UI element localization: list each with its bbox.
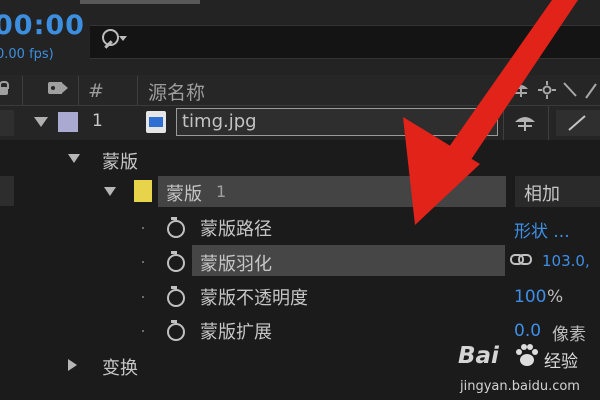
baidu-jingyan-watermark: Bai 经验 jingyan.baidu.com	[458, 335, 600, 400]
watermark-brand-cn: 经验	[544, 352, 578, 372]
watermark-url: jingyan.baidu.com	[460, 379, 580, 394]
watermark-brand: Bai	[458, 343, 499, 369]
baidu-paw-icon	[516, 344, 538, 366]
